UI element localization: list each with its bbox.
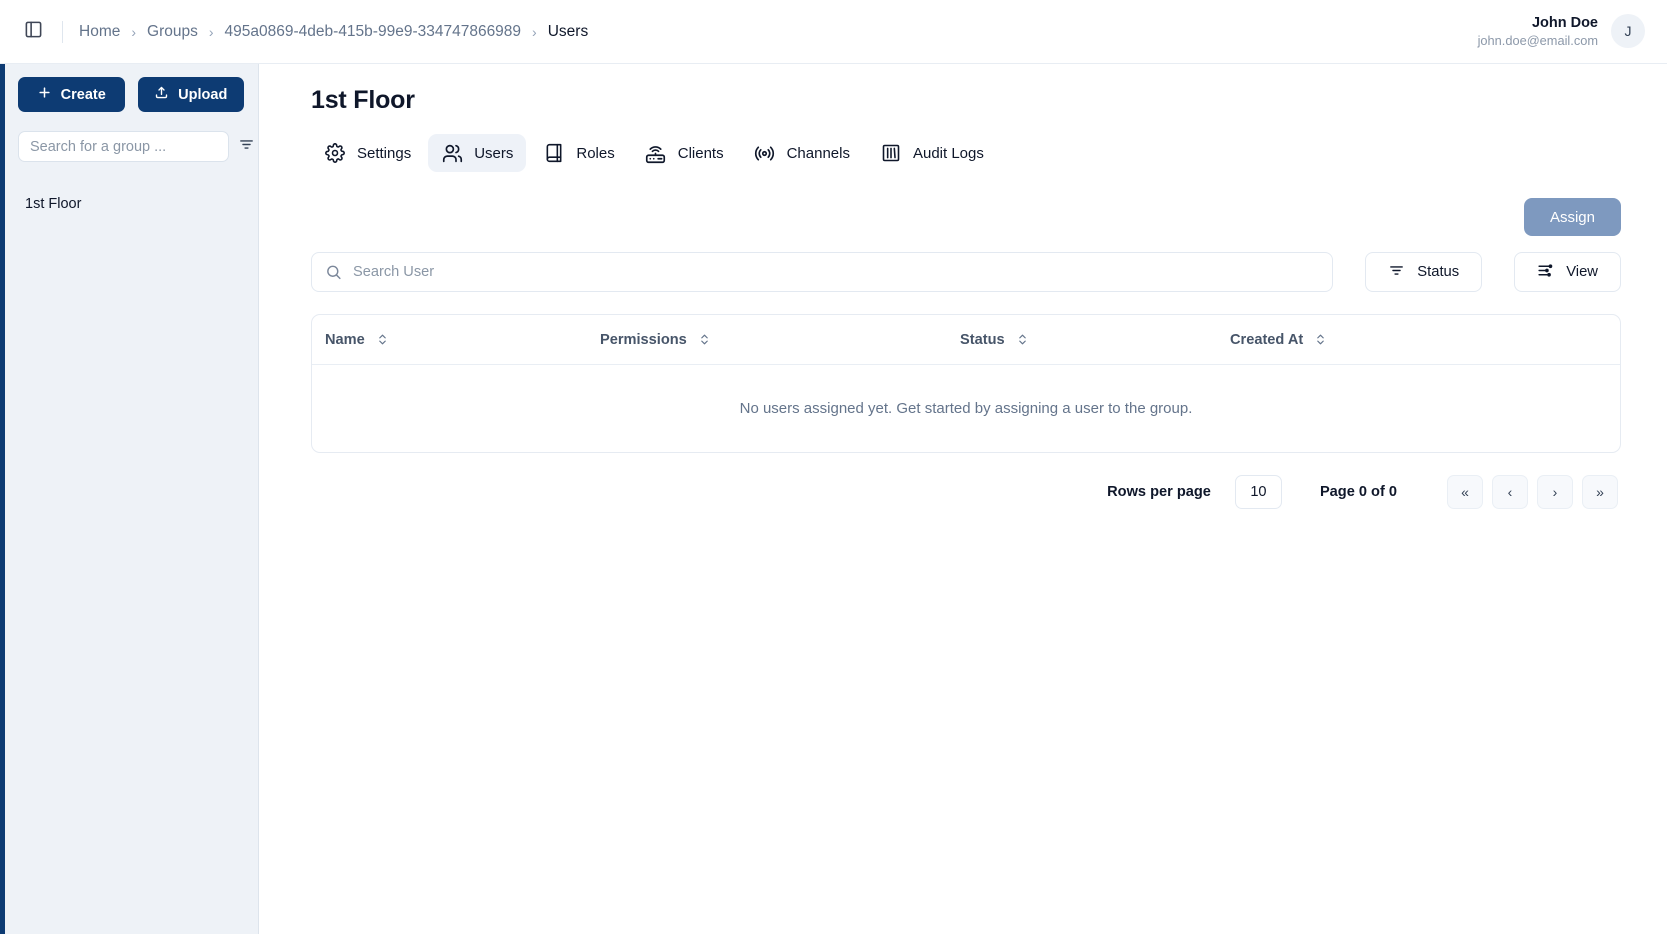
breadcrumb-item-users: Users <box>547 22 589 40</box>
book-icon <box>543 142 565 164</box>
upload-button-label: Upload <box>178 86 228 103</box>
user-info: John Doe john.doe@email.com <box>1478 14 1598 48</box>
column-header-name[interactable]: Name <box>325 332 600 348</box>
sort-icon <box>376 333 389 346</box>
sidebar-actions: Create Upload <box>18 77 244 112</box>
status-filter-button[interactable]: Status <box>1365 252 1483 292</box>
sidebar: Create Upload 1s <box>0 64 259 934</box>
tab-roles[interactable]: Roles <box>530 134 627 172</box>
column-header-name-label: Name <box>325 331 365 348</box>
next-page-button[interactable]: › <box>1537 475 1573 509</box>
breadcrumb: Home › Groups › 495a0869-4deb-415b-99e9-… <box>79 23 588 41</box>
column-header-status-label: Status <box>960 331 1005 348</box>
sidebar-search-row <box>18 131 253 162</box>
upload-button[interactable]: Upload <box>137 77 244 112</box>
tab-audit-logs-label: Audit Logs <box>912 144 984 162</box>
group-search-input[interactable] <box>18 131 229 162</box>
search-input[interactable] <box>311 252 1334 292</box>
table-header-row: Name Permissions Status Created At <box>312 315 1620 365</box>
panel-left-icon <box>24 20 43 44</box>
filter-icon <box>238 136 255 158</box>
router-icon <box>645 142 667 164</box>
group-filter-button[interactable] <box>238 136 255 158</box>
last-page-button[interactable]: » <box>1582 475 1618 509</box>
group-list: 1st Floor <box>18 191 244 217</box>
body-wrapper: Create Upload 1s <box>0 64 1667 934</box>
assign-button[interactable]: Assign <box>1523 198 1621 236</box>
rows-per-page-label: Rows per page <box>1107 484 1211 500</box>
search-icon <box>325 264 342 281</box>
tab-clients-label: Clients <box>677 144 724 162</box>
users-icon <box>441 142 463 164</box>
view-options-button[interactable]: View <box>1514 252 1621 292</box>
toolbar-divider <box>62 20 63 43</box>
user-menu[interactable]: John Doe john.doe@email.com J <box>1478 14 1645 49</box>
previous-page-button[interactable]: ‹ <box>1492 475 1528 509</box>
column-header-created-at-label: Created At <box>1230 331 1304 348</box>
rows-per-page-select[interactable]: 10 <box>1234 475 1282 509</box>
chevron-right-icon: › <box>131 23 137 40</box>
tab-clients[interactable]: Clients <box>632 134 737 172</box>
chevron-right-icon: › <box>532 23 537 40</box>
users-table: Name Permissions Status Created At No us… <box>311 314 1621 453</box>
upload-icon <box>154 85 169 104</box>
tab-users[interactable]: Users <box>428 134 527 172</box>
table-toolbar: Status View <box>311 252 1621 292</box>
view-options-label: View <box>1566 264 1598 280</box>
first-page-button[interactable]: « <box>1447 475 1483 509</box>
tab-audit-logs[interactable]: Audit Logs <box>867 134 997 172</box>
user-name: John Doe <box>1531 15 1598 32</box>
user-search-wrapper <box>311 252 1334 292</box>
column-header-permissions-label: Permissions <box>600 331 687 348</box>
user-email: john.doe@email.com <box>1477 32 1598 48</box>
top-bar: Home › Groups › 495a0869-4deb-415b-99e9-… <box>0 0 1667 64</box>
pagination: Rows per page 10 Page 0 of 0 « ‹ › » <box>311 475 1621 509</box>
main-content: 1st Floor Settings Users Roles Clients C… <box>259 64 1667 934</box>
breadcrumb-item-group-id[interactable]: 495a0869-4deb-415b-99e9-334747866989 <box>225 23 522 41</box>
tab-users-label: Users <box>474 144 514 162</box>
create-button-label: Create <box>60 86 106 103</box>
filter-icon <box>1388 262 1405 283</box>
group-list-item[interactable]: 1st Floor <box>18 191 244 217</box>
sliders-icon <box>1537 262 1554 283</box>
create-button[interactable]: Create <box>18 77 125 112</box>
gear-icon <box>324 142 346 164</box>
pager-buttons: « ‹ › » <box>1447 475 1618 509</box>
tab-settings[interactable]: Settings <box>311 134 424 172</box>
tab-channels-label: Channels <box>786 144 850 162</box>
plus-icon <box>37 85 52 104</box>
column-header-created-at[interactable]: Created At <box>1230 332 1607 348</box>
sort-icon <box>698 333 711 346</box>
breadcrumb-item-groups[interactable]: Groups <box>147 23 198 41</box>
tab-roles-label: Roles <box>576 144 615 162</box>
column-header-permissions[interactable]: Permissions <box>600 332 960 348</box>
sort-icon <box>1016 333 1029 346</box>
radio-icon <box>754 142 776 164</box>
chevron-right-icon: › <box>208 23 214 40</box>
status-filter-label: Status <box>1417 264 1460 280</box>
assign-row: Assign <box>311 198 1621 236</box>
avatar[interactable]: J <box>1611 14 1645 49</box>
table-empty-state: No users assigned yet. Get started by as… <box>739 400 1193 417</box>
tab-bar: Settings Users Roles Clients Channels Au… <box>311 134 1621 172</box>
column-header-status[interactable]: Status <box>960 332 1230 348</box>
panel-toggle-button[interactable] <box>18 17 48 47</box>
page-indicator: Page 0 of 0 <box>1319 484 1397 500</box>
tab-channels[interactable]: Channels <box>741 134 863 172</box>
page-title: 1st Floor <box>311 86 415 114</box>
breadcrumb-item-home[interactable]: Home <box>79 23 120 41</box>
sort-icon <box>1314 333 1327 346</box>
library-icon <box>880 142 902 164</box>
tab-settings-label: Settings <box>357 144 412 162</box>
